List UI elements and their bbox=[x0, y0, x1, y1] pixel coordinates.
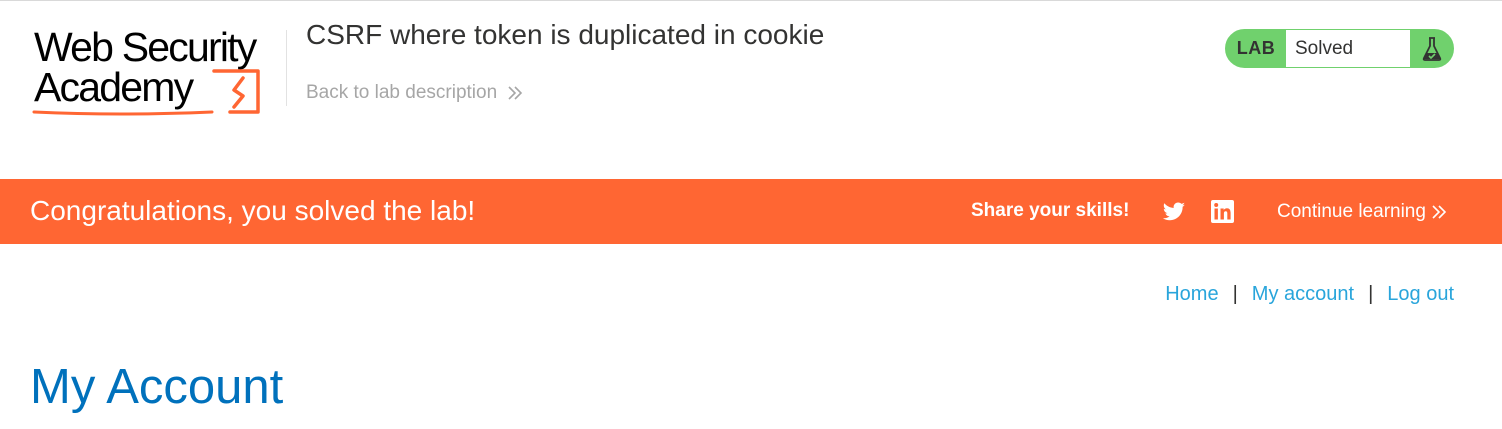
nav-my-account-link[interactable]: My account bbox=[1252, 283, 1354, 306]
double-chevron-right-icon bbox=[507, 85, 523, 101]
lab-status-widget: LAB Solved bbox=[1225, 29, 1454, 68]
linkedin-icon[interactable] bbox=[1211, 200, 1234, 223]
top-nav: Home | My account | Log out bbox=[1165, 283, 1454, 306]
web-security-academy-logo[interactable]: Web Security Academy bbox=[30, 26, 284, 118]
nav-separator: | bbox=[1232, 283, 1238, 305]
twitter-icon[interactable] bbox=[1162, 200, 1186, 224]
flask-check-icon bbox=[1410, 30, 1453, 67]
lab-title: CSRF where token is duplicated in cookie bbox=[306, 19, 825, 50]
page: Web Security Academy CSRF where token is… bbox=[0, 0, 1502, 429]
lab-status-label: LAB bbox=[1236, 38, 1276, 58]
header-divider bbox=[286, 30, 287, 106]
nav-log-out-link[interactable]: Log out bbox=[1387, 283, 1454, 306]
solved-banner: Congratulations, you solved the lab! Sha… bbox=[0, 179, 1502, 244]
back-link-label: Back to lab description bbox=[306, 82, 498, 103]
nav-home-link[interactable]: Home bbox=[1165, 283, 1218, 306]
double-chevron-right-icon bbox=[1431, 204, 1447, 220]
share-skills-label: Share your skills! bbox=[971, 200, 1130, 221]
lab-status-text: Solved bbox=[1286, 30, 1410, 67]
logo-lightning-bracket-icon bbox=[32, 69, 260, 116]
continue-learning-link[interactable]: Continue learning bbox=[1277, 201, 1447, 223]
continue-learning-label: Continue learning bbox=[1277, 201, 1426, 222]
back-to-lab-description-link[interactable]: Back to lab description bbox=[306, 82, 523, 104]
nav-separator: | bbox=[1368, 283, 1374, 305]
lab-header: Web Security Academy CSRF where token is… bbox=[0, 0, 1502, 140]
congratulations-message: Congratulations, you solved the lab! bbox=[30, 195, 476, 226]
page-title: My Account bbox=[30, 360, 284, 414]
